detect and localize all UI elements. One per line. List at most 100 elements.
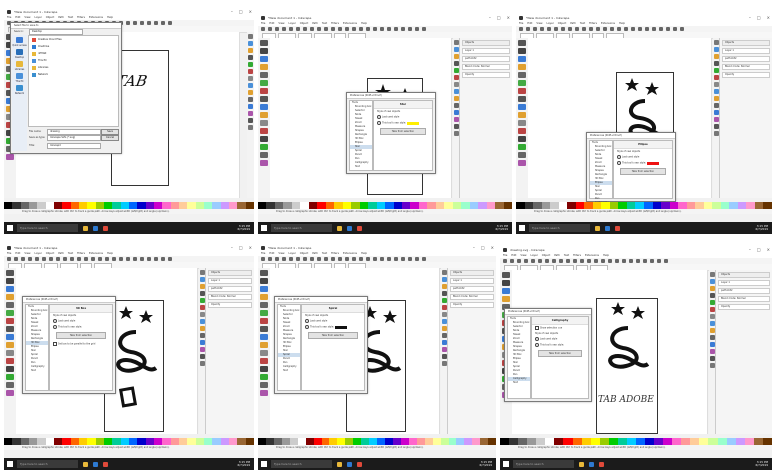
toolbar-icon[interactable]: [603, 27, 607, 31]
toolbar-icon[interactable]: [310, 27, 314, 31]
palette-swatch[interactable]: [643, 202, 653, 209]
palette-swatch[interactable]: [12, 438, 21, 445]
chrome-icon[interactable]: [357, 225, 362, 231]
tool-icon[interactable]: [6, 350, 14, 356]
palette-swatch[interactable]: [291, 202, 301, 209]
toolbar-icon[interactable]: [331, 27, 335, 31]
toolbar-icon[interactable]: [84, 257, 88, 261]
palette-swatch[interactable]: [554, 438, 564, 445]
take-from-selection-button[interactable]: Take from selection: [380, 128, 426, 135]
toolbar-icon[interactable]: [373, 257, 377, 261]
palette-swatch[interactable]: [672, 438, 682, 445]
palette-swatch[interactable]: [273, 438, 282, 445]
windows-start-icon[interactable]: [503, 461, 509, 467]
palette-swatch[interactable]: [575, 202, 585, 209]
toolbar-icon[interactable]: [422, 27, 426, 31]
tool-icon[interactable]: [502, 280, 510, 286]
take-from-selection-button[interactable]: Take from selection: [56, 332, 106, 339]
toolbar-icon[interactable]: [352, 257, 356, 261]
blend-mode[interactable]: Blend mode: Normal: [722, 64, 770, 70]
palette-swatch[interactable]: [297, 438, 306, 445]
window-buttons[interactable]: – □ ×: [231, 245, 252, 250]
tool-icon[interactable]: [260, 152, 268, 158]
toolbar-icon[interactable]: [147, 257, 151, 261]
menu-layer[interactable]: Layer: [35, 16, 42, 19]
toolbar-icon[interactable]: [538, 259, 542, 263]
tool-icon[interactable]: [260, 128, 268, 134]
toolbar-icon[interactable]: [517, 259, 521, 263]
palette-swatch[interactable]: [170, 438, 179, 445]
toolbar-icon[interactable]: [636, 259, 640, 263]
toolbar-icon[interactable]: [268, 27, 272, 31]
palette-swatch[interactable]: [70, 438, 79, 445]
toolbar-icon[interactable]: [596, 27, 600, 31]
tool-icon[interactable]: [260, 56, 268, 62]
palette-swatch[interactable]: [432, 438, 441, 445]
palette-swatch[interactable]: [195, 438, 204, 445]
menu-object[interactable]: Object: [46, 16, 54, 19]
palette-swatch[interactable]: [495, 202, 504, 209]
color-palette[interactable]: [4, 438, 254, 445]
tool-icon[interactable]: [518, 112, 526, 118]
tool-icon[interactable]: [6, 358, 14, 364]
toolbar-icon[interactable]: [296, 27, 300, 31]
palette-swatch[interactable]: [308, 202, 318, 209]
palette-swatch[interactable]: [744, 438, 754, 445]
palette-swatch[interactable]: [418, 202, 428, 209]
palette-swatch[interactable]: [4, 202, 13, 209]
palette-swatch[interactable]: [678, 202, 687, 209]
menu-text[interactable]: Text: [322, 252, 327, 255]
tool-icon[interactable]: [6, 278, 14, 284]
palette-swatch[interactable]: [137, 438, 146, 445]
menu-view[interactable]: View: [24, 252, 30, 255]
palette-swatch[interactable]: [584, 202, 593, 209]
palette-swatch[interactable]: [400, 438, 409, 445]
menu-text[interactable]: Text: [580, 22, 585, 25]
tool-icon[interactable]: [518, 56, 526, 62]
objects-panel[interactable]: Objects Layer 1 path1432 Blend mode: Nor…: [205, 268, 254, 434]
tool-icon[interactable]: [6, 326, 14, 332]
toolbar-icon[interactable]: [582, 27, 586, 31]
palette-swatch[interactable]: [712, 202, 721, 209]
palette-swatch[interactable]: [581, 438, 591, 445]
opacity[interactable]: Opacity: [450, 302, 494, 308]
menu-extensions[interactable]: Extensions: [585, 254, 599, 257]
list-item[interactable]: nEHAN: [29, 50, 118, 57]
palette-swatch[interactable]: [708, 438, 718, 445]
explorer-icon[interactable]: [337, 461, 342, 467]
menu-extensions[interactable]: Extensions: [89, 252, 103, 255]
tool-icon[interactable]: [518, 64, 526, 70]
menu-object[interactable]: Object: [558, 22, 566, 25]
palette-swatch[interactable]: [70, 202, 79, 209]
palette-swatch[interactable]: [763, 202, 772, 209]
palette-swatch[interactable]: [524, 202, 534, 209]
browser-icon[interactable]: [93, 225, 98, 231]
palette-swatch[interactable]: [95, 438, 104, 445]
tool-icon[interactable]: [6, 286, 14, 292]
toolbar-icon[interactable]: [631, 27, 635, 31]
menu-text[interactable]: Text: [564, 254, 569, 257]
preferences-tree[interactable]: Tools Bounding box Selector Node Tweak Zoom Me…: [507, 316, 531, 399]
palette-swatch[interactable]: [120, 202, 129, 209]
tool-icon[interactable]: [260, 358, 268, 364]
close-icon[interactable]: ×: [767, 15, 770, 20]
palette-swatch[interactable]: [305, 438, 314, 445]
palette-swatch[interactable]: [321, 438, 330, 445]
toolbar-icon[interactable]: [617, 27, 621, 31]
toolbar-icon[interactable]: [345, 257, 349, 261]
palette-swatch[interactable]: [145, 438, 154, 445]
opacity[interactable]: Opacity: [462, 72, 510, 78]
palette-swatch[interactable]: [408, 438, 417, 445]
tool-icon[interactable]: [260, 48, 268, 54]
palette-swatch[interactable]: [12, 202, 21, 209]
palette-swatch[interactable]: [703, 202, 713, 209]
palette-swatch[interactable]: [300, 202, 309, 209]
toolbar-icon[interactable]: [49, 257, 53, 261]
palette-swatch[interactable]: [145, 202, 154, 209]
windows-start-icon[interactable]: [261, 225, 267, 231]
palette-swatch[interactable]: [153, 202, 163, 209]
menu-object[interactable]: Object: [300, 22, 308, 25]
tool-icon[interactable]: [260, 144, 268, 150]
explorer-icon[interactable]: [579, 461, 584, 467]
toolbar-icon[interactable]: [317, 27, 321, 31]
